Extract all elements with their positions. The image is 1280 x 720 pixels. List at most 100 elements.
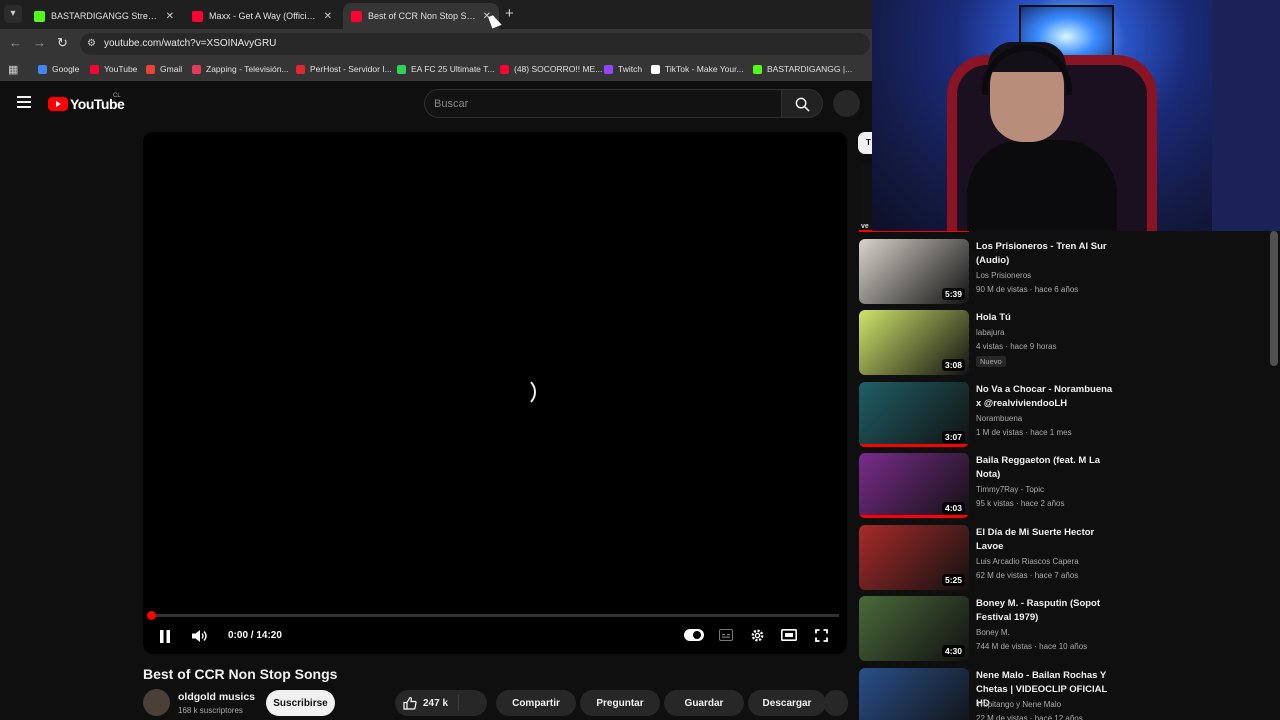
autoplay-toggle[interactable] bbox=[684, 629, 704, 641]
bookmark-item[interactable]: BASTARDIGANGG |... bbox=[753, 64, 852, 74]
recommendation-title[interactable]: El Día de Mi Suerte Hector Lavoe bbox=[976, 526, 1119, 554]
recommendation-item[interactable]: 5:39 Los Prisioneros - Tren Al Sur (Audio… bbox=[859, 239, 1119, 307]
bookmark-item[interactable]: (48) SOCORRO!! ME... bbox=[500, 64, 602, 74]
ask-button[interactable]: Preguntar bbox=[580, 690, 660, 716]
pause-icon[interactable] bbox=[159, 630, 171, 643]
recommendation-thumbnail[interactable]: 4:30 bbox=[859, 596, 969, 661]
watched-progress bbox=[859, 444, 969, 447]
recommendation-channel[interactable]: labajura bbox=[976, 328, 1004, 337]
recommendation-title[interactable]: Los Prisioneros - Tren Al Sur (Audio) bbox=[976, 240, 1119, 268]
recommendation-channel[interactable]: Los Prisioneros bbox=[976, 271, 1031, 280]
hamburger-menu-icon[interactable] bbox=[17, 96, 31, 108]
bookmark-label: Google bbox=[52, 64, 80, 74]
recommendation-thumbnail[interactable]: 4:03 bbox=[859, 453, 969, 518]
country-code: CL bbox=[113, 93, 121, 99]
youtube-logo[interactable]: YouTube CL bbox=[48, 93, 125, 112]
tab-search-button[interactable]: ▾ bbox=[4, 5, 22, 23]
bookmark-item[interactable]: TikTok - Make Your... bbox=[651, 64, 744, 74]
video-duration: 5:25 bbox=[941, 574, 965, 586]
recommendation-thumbnail[interactable] bbox=[859, 668, 969, 720]
subscribe-button[interactable]: Suscribirse bbox=[266, 690, 335, 716]
site-info-icon[interactable]: ⚙ bbox=[87, 38, 96, 49]
bookmark-favicon-icon bbox=[146, 64, 155, 74]
recommendation-thumbnail[interactable]: 3:07 bbox=[859, 382, 969, 447]
recommendation-channel[interactable]: Boney M. bbox=[976, 628, 1010, 637]
browser-tab-2[interactable]: Maxx - Get A Way (Official Vide ✕ bbox=[184, 3, 340, 29]
recommendation-channel[interactable]: Tropitango y Nene Malo bbox=[976, 700, 1061, 709]
volume-icon[interactable] bbox=[191, 629, 208, 643]
recommendation-item[interactable]: 3:07 No Va a Chocar - Norambuena x @realv… bbox=[859, 382, 1119, 450]
close-tab-icon[interactable]: ✕ bbox=[166, 11, 174, 22]
browser-tab-1[interactable]: BASTARDIGANGG Stream - Wa ✕ bbox=[26, 3, 182, 29]
subtitles-icon[interactable] bbox=[719, 629, 733, 641]
like-count: 247 k bbox=[423, 697, 449, 709]
recommendation-title[interactable]: Baila Reggaeton (feat. M La Nota) bbox=[976, 454, 1119, 482]
tab-title: BASTARDIGANGG Stream - Wa bbox=[51, 11, 160, 21]
recommendation-item[interactable]: 3:08 Hola Tú labajura 4 vistas · hace 9 hor… bbox=[859, 310, 1119, 378]
youtube-header: YouTube CL bbox=[0, 82, 872, 126]
search-input[interactable] bbox=[425, 90, 781, 117]
bookmark-favicon-icon bbox=[90, 64, 99, 74]
youtube-favicon-icon bbox=[192, 10, 203, 22]
recommendation-channel[interactable]: Timmy7Ray - Topic bbox=[976, 485, 1044, 494]
channel-name[interactable]: oldgold musics bbox=[178, 691, 255, 703]
page-scrollbar[interactable] bbox=[1270, 231, 1278, 366]
bookmark-label: Zapping - Televisión... bbox=[206, 64, 289, 74]
search-button[interactable] bbox=[781, 89, 823, 118]
video-duration: 3:08 bbox=[941, 359, 965, 371]
more-actions-button[interactable] bbox=[824, 690, 848, 716]
bookmark-item[interactable]: Twitch bbox=[604, 64, 642, 74]
forward-arrow-icon[interactable]: → bbox=[33, 35, 46, 50]
recommendation-thumbnail[interactable]: 3:08 bbox=[859, 310, 969, 375]
browser-tab-3-active[interactable]: Best of CCR Non Stop Songs - ✕ bbox=[343, 3, 499, 29]
bookmark-item[interactable]: Zapping - Televisión... bbox=[192, 64, 289, 74]
filter-chip[interactable]: T bbox=[858, 132, 872, 154]
reload-icon[interactable]: ↻ bbox=[57, 35, 68, 51]
video-player[interactable]: 0:00 / 14:20 bbox=[143, 132, 847, 654]
progress-bar[interactable] bbox=[147, 611, 839, 620]
bookmark-favicon-icon bbox=[753, 64, 762, 74]
recommendation-title[interactable]: Boney M. - Rasputin (Sopot Festival 1979… bbox=[976, 597, 1119, 625]
recommendation-item[interactable]: Nene Malo - Bailan Rochas Y Chetas | VID… bbox=[859, 668, 1119, 720]
like-thumb-icon[interactable] bbox=[403, 696, 417, 710]
scrubber-handle[interactable] bbox=[147, 611, 156, 620]
youtube-play-logo-icon bbox=[48, 97, 68, 111]
recommendation-item[interactable]: 5:25 El Día de Mi Suerte Hector Lavoe Luis… bbox=[859, 525, 1119, 593]
recommendation-meta: 4 vistas · hace 9 horas bbox=[976, 342, 1057, 351]
share-button[interactable]: Compartir bbox=[496, 690, 576, 716]
recommendation-channel[interactable]: Norambuena bbox=[976, 414, 1022, 423]
video-duration: 5:39 bbox=[941, 288, 965, 300]
video-title: Best of CCR Non Stop Songs bbox=[143, 666, 338, 682]
fullscreen-icon[interactable] bbox=[815, 629, 828, 642]
video-duration: 4:30 bbox=[941, 645, 965, 657]
webcam-background-door bbox=[1212, 0, 1280, 231]
apps-grid-icon[interactable]: ▦ bbox=[8, 63, 18, 76]
recommendation-thumbnail[interactable]: 5:39 bbox=[859, 239, 969, 304]
channel-avatar[interactable] bbox=[143, 689, 170, 716]
bookmark-item[interactable]: PerHost - Servidor I... bbox=[296, 64, 392, 74]
bookmark-item[interactable]: Gmail bbox=[146, 64, 182, 74]
theater-mode-icon[interactable] bbox=[781, 629, 797, 641]
recommendation-title[interactable]: No Va a Chocar - Norambuena x @realvivie… bbox=[976, 383, 1119, 411]
recommendation-item[interactable]: 4:03 Baila Reggaeton (feat. M La Nota) Tim… bbox=[859, 453, 1119, 521]
voice-search-button[interactable] bbox=[833, 90, 860, 117]
settings-gear-icon[interactable] bbox=[750, 628, 765, 643]
player-controls: 0:00 / 14:20 bbox=[143, 622, 847, 650]
download-button[interactable]: Descargar bbox=[748, 690, 826, 716]
recommendation-thumbnail[interactable]: 5:25 bbox=[859, 525, 969, 590]
new-tab-icon[interactable]: + bbox=[505, 5, 514, 22]
bookmark-label: BASTARDIGANGG |... bbox=[767, 64, 853, 74]
recommendation-channel[interactable]: Luis Arcadio Riascos Capera bbox=[976, 557, 1079, 566]
address-bar[interactable]: ⚙ youtube.com/watch?v=XSOINAvyGRU bbox=[80, 33, 870, 55]
bookmarks-bar: ▦ Google YouTube Gmail Zapping - Televisión… bbox=[0, 59, 872, 81]
save-button[interactable]: Guardar bbox=[664, 690, 744, 716]
back-arrow-icon[interactable]: ← bbox=[9, 35, 22, 50]
tab-title: Best of CCR Non Stop Songs - bbox=[368, 11, 477, 21]
close-tab-icon[interactable]: ✕ bbox=[324, 11, 332, 22]
bookmark-item[interactable]: YouTube bbox=[90, 64, 137, 74]
recommendation-item[interactable]: 4:30 Boney M. - Rasputin (Sopot Festival … bbox=[859, 596, 1119, 664]
recommendation-title[interactable]: Hola Tú bbox=[976, 311, 1119, 325]
kick-favicon-icon bbox=[34, 10, 45, 22]
bookmark-item[interactable]: EA FC 25 Ultimate T... bbox=[397, 64, 494, 74]
bookmark-item[interactable]: Google bbox=[38, 64, 79, 74]
